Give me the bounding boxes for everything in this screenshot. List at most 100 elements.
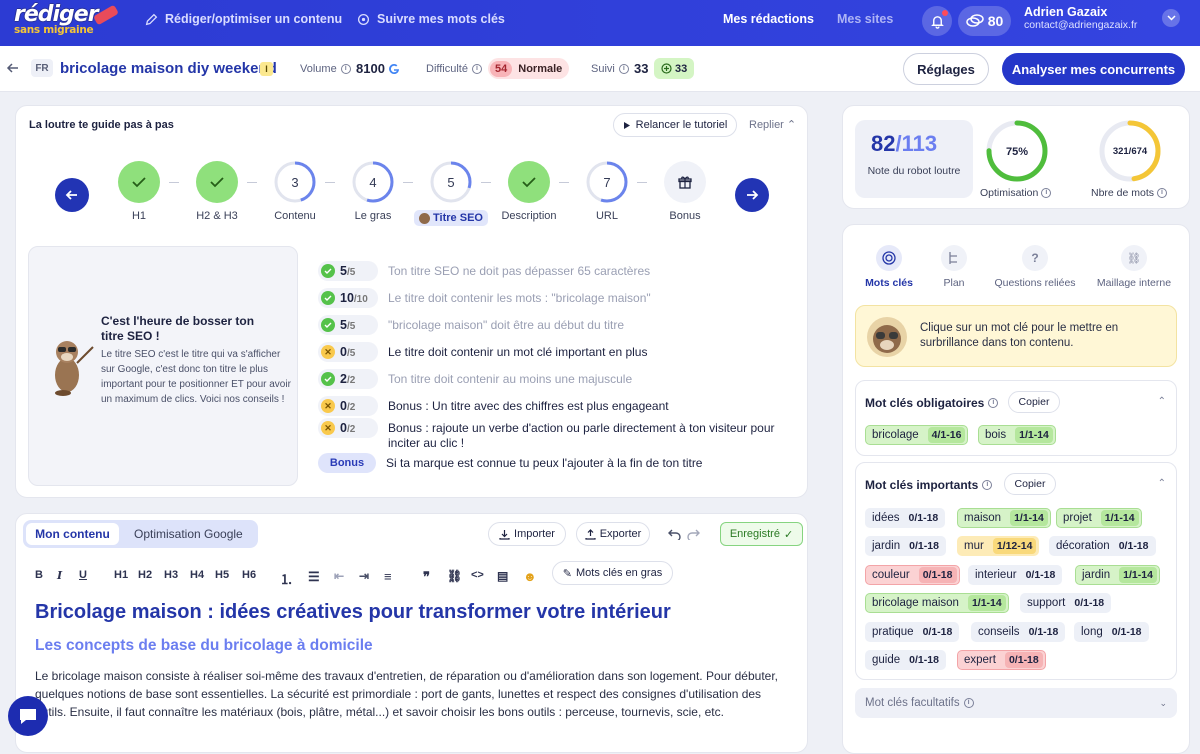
user-menu[interactable]: Adrien Gazaix contact@adriengazaix.fr — [1024, 6, 1137, 32]
nav-follow-link[interactable]: Suivre mes mots clés — [357, 12, 505, 26]
h4-button[interactable]: H4 — [190, 569, 204, 581]
keyword-chip[interactable]: long 0/1-18 — [1074, 622, 1149, 642]
criterion-text: Le titre doit contenir les mots : "brico… — [388, 291, 651, 305]
keyword-chip[interactable]: bricolage 4/1-16 — [865, 425, 969, 445]
next-step-button[interactable] — [735, 178, 769, 212]
italic-button[interactable]: I — [57, 569, 62, 582]
import-button[interactable]: Importer — [488, 522, 566, 546]
check-circle-icon — [321, 372, 335, 386]
tab-keywords[interactable]: Mots clés — [861, 245, 917, 289]
seo-title-criterion: 5/5 Ton titre SEO ne doit pas dépasser 65… — [318, 261, 788, 281]
analyze-competitors-button[interactable]: Analyser mes concurrents — [1002, 53, 1185, 85]
keyword-chip[interactable]: pratique 0/1-18 — [865, 622, 960, 642]
table-icon[interactable]: ▤ — [497, 569, 508, 583]
otter-avatar-icon — [419, 212, 431, 224]
tab-related-questions[interactable]: ? Questions reliées — [993, 245, 1077, 289]
credits-badge[interactable]: 80 — [958, 6, 1011, 36]
guide-step-2[interactable]: H2 & H3 — [177, 161, 257, 222]
keyword-chip[interactable]: conseils 0/1-18 — [971, 622, 1066, 642]
arrow-right-icon — [747, 190, 759, 200]
notification-dot — [942, 10, 948, 16]
tab-google-optimisation[interactable]: Optimisation Google — [134, 527, 243, 541]
bold-button[interactable]: B — [35, 569, 43, 581]
tab-plan[interactable]: Plan — [933, 245, 975, 289]
nav-my-sites[interactable]: Mes sites — [837, 12, 893, 26]
keyword-chip[interactable]: bricolage maison 1/1-14 — [865, 593, 1009, 613]
check-icon — [196, 161, 238, 203]
check-circle-icon — [321, 291, 335, 305]
seo-title-criterion: ✕ 0/2 Bonus : Un titre avec des chiffres e… — [318, 396, 788, 416]
keyword-chip[interactable]: mur 1/12-14 — [957, 536, 1040, 556]
guide-step-6[interactable]: Description — [489, 161, 569, 222]
optional-keywords-section[interactable]: Mot clés facultatifs i ⌄ — [855, 688, 1177, 718]
brand-logo[interactable]: rédiger sans migraine — [14, 4, 119, 42]
criterion-score: 5/5 — [318, 315, 378, 335]
undo-icon[interactable] — [668, 529, 681, 540]
keyword-chip[interactable]: interieur 0/1-18 — [968, 565, 1063, 585]
guide-step-4[interactable]: 4 Le gras — [333, 161, 413, 222]
chat-button[interactable] — [8, 696, 48, 736]
h3-button[interactable]: H3 — [164, 569, 178, 581]
tab-my-content[interactable]: Mon contenu — [26, 523, 119, 545]
settings-button[interactable]: Réglages — [903, 53, 989, 85]
target-icon — [876, 245, 902, 271]
magic-wand-icon: ✎ — [562, 567, 572, 580]
guide-step-8[interactable]: Bonus — [645, 161, 725, 222]
guide-step-1[interactable]: H1 — [99, 161, 179, 222]
code-icon[interactable]: <> — [471, 569, 484, 581]
keyword-chip[interactable]: guide 0/1-18 — [865, 650, 946, 670]
content-h2[interactable]: Les concepts de base du bricolage à domi… — [35, 637, 373, 655]
chevron-up-icon[interactable]: ⌃ — [1158, 396, 1166, 407]
align-icon[interactable]: ≡ — [384, 569, 392, 584]
keyword-chip[interactable]: jardin 0/1-18 — [865, 536, 946, 556]
quote-icon[interactable]: ❞ — [423, 569, 430, 585]
relaunch-tutorial-button[interactable]: Relancer le tutoriel — [613, 113, 737, 137]
keyword-chip[interactable]: bois 1/1-14 — [978, 425, 1056, 445]
pencil-icon — [145, 13, 158, 25]
keyword-chip[interactable]: support 0/1-18 — [1020, 593, 1112, 613]
copy-mandatory-button[interactable]: Copier — [1008, 391, 1060, 413]
difficulty-label: Difficulté i — [426, 63, 482, 75]
h1-button[interactable]: H1 — [114, 569, 128, 581]
redo-icon[interactable] — [687, 529, 700, 540]
bold-keywords-button[interactable]: ✎ Mots clés en gras — [552, 561, 673, 585]
emoji-icon[interactable]: ☻ — [523, 569, 537, 584]
keyword-chip[interactable]: couleur 0/1-18 — [865, 565, 960, 585]
collapse-button[interactable]: Replier ⌃ — [749, 118, 796, 131]
previous-step-button[interactable] — [55, 178, 89, 212]
guide-step-7[interactable]: 7 URL — [567, 161, 647, 222]
tab-internal-linking[interactable]: ⛓ Maillage interne — [1093, 245, 1175, 289]
bullet-list-icon[interactable]: ☰ — [308, 569, 320, 585]
chevron-down-icon[interactable] — [1162, 9, 1180, 27]
chevron-up-icon[interactable]: ⌃ — [1158, 478, 1166, 489]
copy-important-button[interactable]: Copier — [1004, 473, 1056, 495]
question-icon: ? — [1022, 245, 1048, 271]
indent-icon[interactable]: ⇥ — [359, 569, 369, 583]
h6-button[interactable]: H6 — [242, 569, 256, 581]
keyword-chip[interactable]: décoration 0/1-18 — [1049, 536, 1156, 556]
keyword-chip[interactable]: idées 0/1-18 — [865, 508, 946, 528]
h2-button[interactable]: H2 — [138, 569, 152, 581]
criterion-score: ✕ 0/5 — [318, 342, 378, 362]
h5-button[interactable]: H5 — [215, 569, 229, 581]
back-arrow-icon[interactable] — [6, 61, 20, 75]
guide-step-5[interactable]: 5 Titre SEO — [411, 161, 491, 227]
keyword-bar: FR bricolage maison diy weekend I Volume… — [0, 46, 1200, 92]
nav-my-writings[interactable]: Mes rédactions — [723, 12, 814, 26]
keyword-chip[interactable]: expert 0/1-18 — [957, 650, 1046, 670]
guide-step-3[interactable]: 3 Contenu — [255, 161, 335, 222]
nav-write-link[interactable]: Rédiger/optimiser un contenu — [145, 12, 342, 26]
content-h1[interactable]: Bricolage maison : idées créatives pour … — [35, 601, 671, 624]
link-icon[interactable]: ⛓ — [447, 569, 462, 583]
criterion-score: 2/2 — [318, 369, 378, 389]
notifications-button[interactable] — [922, 6, 952, 36]
outdent-icon[interactable]: ⇤ — [334, 569, 344, 583]
underline-button[interactable]: U — [79, 569, 87, 581]
ordered-list-icon[interactable]: ⒈ — [280, 569, 293, 588]
keyword-chip[interactable]: projet 1/1-14 — [1056, 508, 1142, 528]
keyword-chip[interactable]: jardin 1/1-14 — [1075, 565, 1160, 585]
step-label: Contenu — [274, 210, 316, 222]
content-paragraph[interactable]: Le bricolage maison consiste à réaliser … — [35, 667, 780, 721]
export-button[interactable]: Exporter — [576, 522, 650, 546]
keyword-chip[interactable]: maison 1/1-14 — [957, 508, 1051, 528]
